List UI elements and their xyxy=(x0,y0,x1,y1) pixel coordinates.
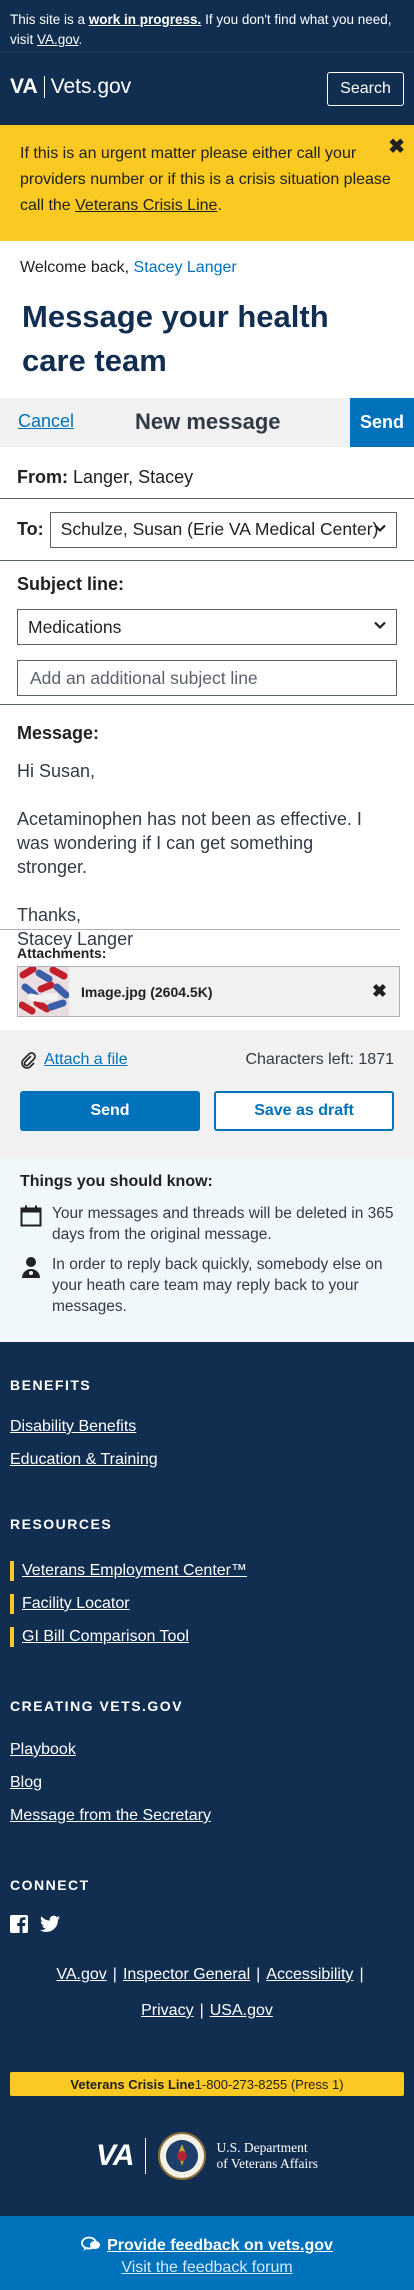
feedback-chat-icon xyxy=(81,2236,101,2251)
welcome-text: Welcome back, xyxy=(20,259,134,276)
link-privacy[interactable]: Privacy xyxy=(141,2002,193,2019)
feedback-forum-link[interactable]: Visit the feedback forum xyxy=(0,2257,414,2279)
facebook-icon[interactable] xyxy=(10,1915,28,1933)
save-draft-button[interactable]: Save as draft xyxy=(214,1091,394,1131)
va-gov-link[interactable]: VA.gov xyxy=(37,32,79,47)
site-footer: BENEFITS Disability Benefits Education &… xyxy=(0,1342,414,2290)
chevron-down-icon xyxy=(373,524,386,532)
remove-attachment-icon[interactable]: ✖ xyxy=(372,981,387,1002)
chevron-down-icon xyxy=(374,621,386,630)
link-va-gov[interactable]: VA.gov xyxy=(56,1966,106,1983)
attachment-thumbnail xyxy=(19,967,69,1016)
va-seal-icon xyxy=(158,2132,207,2180)
doctor-icon xyxy=(22,1257,40,1278)
from-row: From: Langer, Stacey xyxy=(0,447,414,499)
crisis-line-link[interactable]: Veterans Crisis Line xyxy=(75,197,217,214)
paperclip-icon xyxy=(21,1052,36,1069)
social-links xyxy=(10,1915,404,1965)
alert-end: . xyxy=(217,197,222,214)
dept-line-1: U.S. Department xyxy=(216,2140,308,2155)
logo-divider xyxy=(145,2138,147,2174)
things-to-know: Things you should know: Your messages an… xyxy=(0,1159,414,1342)
cancel-link[interactable]: Cancel xyxy=(18,411,74,432)
additional-subject-input[interactable]: Add an additional subject line xyxy=(17,660,397,696)
work-in-progress-link[interactable]: work in progress. xyxy=(89,12,202,27)
calendar-icon xyxy=(20,1205,42,1227)
attach-file-link[interactable]: Attach a file xyxy=(20,1051,128,1069)
footer-link-blog[interactable]: Blog xyxy=(10,1773,404,1806)
compose-title: New message xyxy=(135,409,281,434)
va-logo-text: VA xyxy=(96,2139,134,2172)
dept-line-2: of Veterans Affairs xyxy=(216,2156,318,2171)
to-row: To: Schulze, Susan (Erie VA Medical Cent… xyxy=(0,499,414,561)
site-header: VA Vets.gov Search xyxy=(0,52,414,125)
attach-file-label: Attach a file xyxy=(44,1051,128,1068)
twitter-icon[interactable] xyxy=(40,1915,60,1933)
footer-link-disability[interactable]: Disability Benefits xyxy=(10,1417,404,1450)
compose-actions: Attach a file Characters left: 1871 Send… xyxy=(0,1030,414,1159)
footer-link-secretary[interactable]: Message from the Secretary xyxy=(10,1806,404,1839)
message-greeting: Hi Susan, xyxy=(17,761,96,781)
welcome-message: Welcome back, Stacey Langer xyxy=(0,241,414,285)
logo-va: VA xyxy=(10,75,38,98)
things-to-know-title: Things you should know: xyxy=(20,1173,213,1190)
page-title: Message your health care team xyxy=(22,299,329,378)
info-text: Your messages and threads will be delete… xyxy=(52,1205,394,1243)
subject-section: Subject line: Medications Add an additio… xyxy=(0,561,414,705)
send-button[interactable]: Send xyxy=(20,1091,200,1131)
urgent-alert: ✖ If this is an urgent matter please eit… xyxy=(0,125,414,241)
va-department-logo[interactable]: VA U.S. Department of Veterans Affairs xyxy=(10,2096,404,2216)
crisis-line-bar[interactable]: Veterans Crisis Line 1-800-273-8255 (Pre… xyxy=(10,2072,404,2096)
message-body[interactable]: Message: Hi Susan, Acetaminophen has not… xyxy=(0,705,400,949)
provide-feedback-label: Provide feedback on vets.gov xyxy=(107,2237,333,2254)
info-item: In order to reply back quickly, somebody… xyxy=(20,1254,394,1317)
logo-divider xyxy=(43,76,45,98)
to-label: To: xyxy=(17,519,44,539)
feedback-section: Provide feedback on vets.gov Visit the f… xyxy=(0,2216,414,2290)
resources-heading: RESOURCES xyxy=(10,1516,113,1532)
subject-value: Medications xyxy=(28,616,122,637)
subject-select[interactable]: Medications xyxy=(17,609,397,645)
footer-link-education[interactable]: Education & Training xyxy=(10,1450,404,1483)
attachment-item: Image.jpg (2604.5K) ✖ xyxy=(17,966,400,1017)
recipient-value: Schulze, Susan (Erie VA Medical Center) xyxy=(60,519,379,539)
message-closing: Thanks, xyxy=(17,905,82,925)
crisis-line-label: Veterans Crisis Line xyxy=(70,2076,195,2092)
vets-gov-logo[interactable]: VA Vets.gov xyxy=(10,75,131,99)
link-accessibility[interactable]: Accessibility xyxy=(266,1966,353,1983)
close-icon[interactable]: ✖ xyxy=(388,134,405,160)
work-in-progress-banner: This site is a work in progress. If you … xyxy=(0,0,414,52)
benefits-heading: BENEFITS xyxy=(10,1377,92,1393)
connect-heading: CONNECT xyxy=(10,1877,90,1893)
creating-heading: CREATING VETS.GOV xyxy=(10,1698,184,1714)
footer-link-gi-bill[interactable]: GI Bill Comparison Tool xyxy=(10,1627,404,1647)
subject-label: Subject line: xyxy=(17,574,125,594)
logo-site: Vets.gov xyxy=(50,75,132,98)
link-usa-gov[interactable]: USA.gov xyxy=(210,2002,273,2019)
footer-link-facility[interactable]: Facility Locator xyxy=(10,1594,404,1614)
info-item: Your messages and threads will be delete… xyxy=(20,1203,394,1245)
search-button[interactable]: Search xyxy=(327,72,404,106)
crisis-line-phone: 1-800-273-8255 (Press 1) xyxy=(194,2076,344,2092)
from-value: Langer, Stacey xyxy=(73,467,194,487)
recipient-select[interactable]: Schulze, Susan (Erie VA Medical Center) xyxy=(49,511,397,548)
banner-lead: This site is a xyxy=(10,12,89,27)
banner-end: . xyxy=(78,32,83,47)
footer-link-playbook[interactable]: Playbook xyxy=(10,1740,404,1773)
compose-bar: Cancel New message Send xyxy=(0,398,414,447)
provide-feedback-link[interactable]: Provide feedback on vets.gov xyxy=(0,2235,414,2257)
info-text: In order to reply back quickly, somebody… xyxy=(52,1256,383,1315)
message-text: Acetaminophen has not been as effective.… xyxy=(17,809,362,877)
footer-bottom-links: VA.gov | Inspector General | Accessibility | … xyxy=(56,1966,364,2019)
from-label: From: xyxy=(17,467,68,487)
attachment-name: Image.jpg (2604.5K) xyxy=(81,983,213,1000)
footer-link-employment[interactable]: Veterans Employment Center™ xyxy=(10,1561,404,1581)
link-inspector-general[interactable]: Inspector General xyxy=(123,1966,250,1983)
message-label: Message: xyxy=(17,723,100,743)
header-send-button[interactable]: Send xyxy=(350,398,414,447)
user-name-link[interactable]: Stacey Langer xyxy=(134,259,237,276)
characters-left: Characters left: 1871 xyxy=(245,1051,394,1068)
